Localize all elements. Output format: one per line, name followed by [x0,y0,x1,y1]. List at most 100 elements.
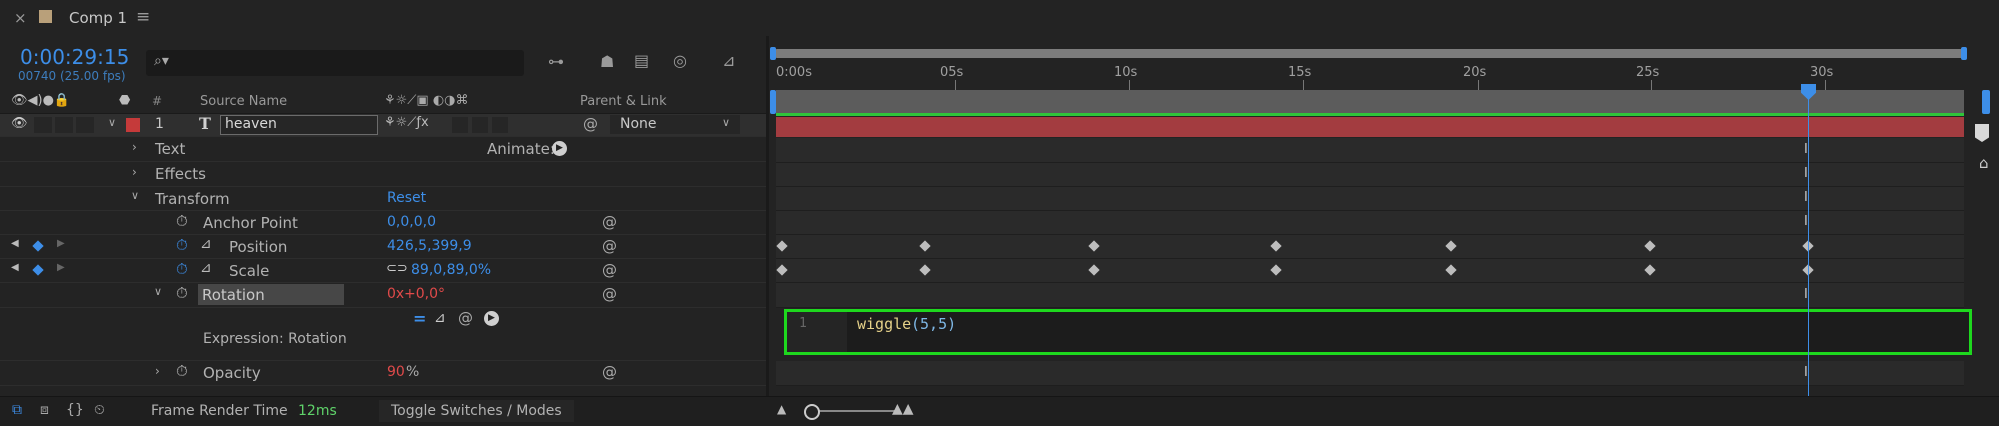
graph-editor-icon[interactable]: ⊿ [722,51,735,70]
add-keyframe-icon[interactable] [32,240,44,252]
prev-keyframe-icon[interactable]: ◀ [11,238,19,249]
expression-graph-icon[interactable]: ⊿ [434,310,446,326]
graph-icon[interactable]: ⊿ [200,260,212,276]
adjustment-switch[interactable] [472,117,488,133]
expression-code-args[interactable]: (5,5) [911,315,956,333]
expression-editor[interactable]: 1 wiggle (5,5) [784,309,1972,355]
column-source-name[interactable]: Source Name [200,94,287,109]
animate-label[interactable]: Animate: [487,140,555,158]
position-value[interactable]: 426,5,399,9 [387,238,472,254]
zoom-slider-handle[interactable] [804,404,820,420]
motion-blur-icon[interactable]: ◎ [673,51,687,70]
work-area-bar[interactable] [776,90,1964,114]
layer-collapse-chevron-icon[interactable]: ∨ [108,116,116,129]
parent-pickwhip-icon[interactable]: @ [583,115,598,133]
expression-code-fn[interactable]: wiggle [857,315,911,333]
position-row[interactable]: ◀ ▶ ⏱ ⊿ Position 426,5,399,9 @ [0,235,766,259]
tab-comp-title[interactable]: Comp 1 [69,9,127,27]
scale-value[interactable]: 89,0,89,0% [411,262,491,278]
stopwatch-icon[interactable]: ⏱ [176,236,188,254]
current-timecode[interactable]: 0:00:29:15 [20,45,129,69]
column-parent-link[interactable]: Parent & Link [580,94,667,109]
add-keyframe-icon[interactable] [32,264,44,276]
animate-play-icon[interactable]: ▶ [552,141,567,156]
zoom-out-icon[interactable]: ▲ [777,402,786,416]
layer-name-field[interactable]: heaven [220,115,378,135]
expand-chevron-icon[interactable]: › [132,140,137,154]
transfer-controls-icon[interactable]: ⧈ [40,402,49,418]
motion-blur-switch[interactable] [452,117,468,133]
lock-switch[interactable] [76,117,94,133]
playhead-line[interactable] [1808,90,1809,396]
rotation-turns-value[interactable]: 0x [387,286,404,302]
property-pickwhip-icon[interactable]: @ [602,237,617,255]
stopwatch-icon[interactable]: ⏱ [176,362,188,380]
prev-keyframe-icon[interactable]: ◀ [11,262,19,273]
next-keyframe-icon[interactable]: ▶ [57,238,65,249]
effects-group-row[interactable]: › Effects [0,162,766,187]
work-area-end-handle[interactable] [1982,90,1990,114]
current-time-indicator-icon: I [1804,142,1808,157]
graph-icon[interactable]: ⊿ [200,236,212,252]
expression-language-menu-icon[interactable]: ▶ [484,311,499,326]
rotation-row[interactable]: ∨ ⏱ Rotation 0x +0,0° @ [0,283,766,308]
audio-switch[interactable] [34,117,52,133]
property-pickwhip-icon[interactable]: @ [602,363,617,381]
3d-switch[interactable] [492,117,508,133]
layer-duration-bar[interactable] [776,117,1964,137]
ruler-tick-label: 0:00s [776,65,812,80]
expand-chevron-icon[interactable]: › [132,165,137,179]
opacity-value[interactable]: 90 [387,364,405,380]
work-area-start-handle[interactable] [770,90,776,114]
scale-row[interactable]: ◀ ▶ ⏱ ⊿ Scale ⊂⊃ 89,0,89,0% @ [0,259,766,283]
visibility-eye-icon[interactable]: 👁 [11,116,28,131]
navigator-start-handle[interactable] [770,47,776,60]
time-navigator-bar[interactable] [774,49,1964,58]
navigator-end-handle[interactable] [1961,47,1967,60]
comp-flowchart-icon[interactable]: ⊶ [548,52,564,71]
property-pickwhip-icon[interactable]: @ [602,285,617,303]
next-keyframe-icon[interactable]: ▶ [57,262,65,273]
layer-switches-icons[interactable]: ⚘☼⟋ƒx [384,115,429,130]
opacity-row[interactable]: › ⏱ Opacity 90 % @ [0,361,766,386]
track-opacity [776,361,1964,386]
rotation-label-highlight[interactable]: Rotation [198,284,344,305]
parent-dropdown[interactable]: None ∨ [610,115,740,134]
layer-row[interactable]: 👁 ∨ 1 T heaven ⚘☼⟋ƒx @ None ∨ [0,114,766,137]
reset-link[interactable]: Reset [387,190,426,206]
frame-blending-icon[interactable]: ▤ [634,51,649,70]
zoom-in-icon[interactable]: ▲▲ [892,401,914,417]
collapse-chevron-icon[interactable]: ∨ [131,189,139,202]
transform-group-row[interactable]: ∨ Transform Reset [0,187,766,211]
solo-switch[interactable] [55,117,73,133]
toggle-switches-modes-button[interactable]: Toggle Switches / Modes [379,400,574,422]
stopwatch-icon[interactable]: ⏱ [176,260,188,278]
expression-enable-icon[interactable]: = [413,309,426,328]
current-time-indicator-icon: I [1804,190,1808,205]
text-group-row[interactable]: › Text Animate: ▶ [0,137,766,162]
property-pickwhip-icon[interactable]: @ [602,261,617,279]
anchor-point-row[interactable]: ⏱ Anchor Point 0,0,0,0 @ [0,211,766,235]
in-out-pane-icon[interactable]: {} [66,402,84,418]
comp-marker-bin-icon[interactable] [1975,124,1989,142]
comp-button-icon[interactable]: ⌂ [1979,154,1989,172]
stopwatch-icon[interactable]: ⏱ [176,212,188,230]
constrain-proportions-link-icon[interactable]: ⊂⊃ [386,261,408,276]
time-ruler[interactable]: 0:00s 05s 10s 15s 20s 25s 30s [774,62,1964,90]
layer-search-input[interactable]: ⌕▾ [146,50,524,76]
property-pickwhip-icon[interactable]: @ [602,213,617,231]
expression-pickwhip-icon[interactable]: @ [458,309,473,327]
render-time-pane-icon[interactable]: ⏲ [94,402,105,418]
tab-menu-icon[interactable]: ≡ [136,7,150,27]
collapse-chevron-icon[interactable]: ∨ [154,285,162,298]
anchor-point-value[interactable]: 0,0,0,0 [387,214,436,230]
layer-switches-pane-icon[interactable]: ⧉ [12,402,22,418]
stopwatch-icon[interactable]: ⏱ [176,284,188,302]
expand-chevron-icon[interactable]: › [155,364,160,378]
rotation-degrees-value[interactable]: +0,0° [404,286,445,302]
layer-label-color[interactable] [126,118,140,132]
expression-gutter [787,312,847,352]
shy-layers-icon[interactable]: ☗ [600,52,614,71]
zoom-slider-track[interactable] [806,410,900,412]
close-tab-icon[interactable]: × [14,9,27,27]
